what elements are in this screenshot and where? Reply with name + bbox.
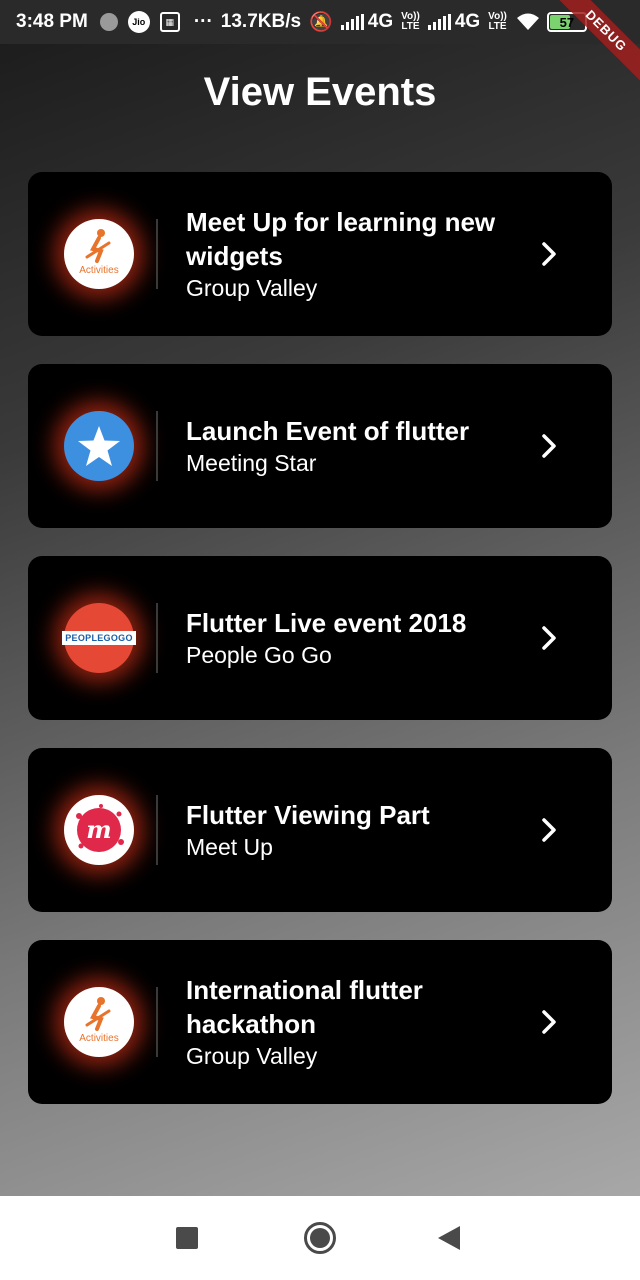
status-bar: 3:48 PM Jio ▦ ··· 13.7KB/s 🔕 4G Vo)) LTE …	[0, 0, 640, 44]
signal-icon-1	[340, 14, 364, 30]
volte-bottom-1: LTE	[401, 21, 420, 32]
chevron-right-icon[interactable]	[538, 432, 560, 460]
notification-dot-icon	[99, 13, 118, 31]
event-card[interactable]: Launch Event of flutter Meeting Star	[28, 364, 612, 528]
event-title: Launch Event of flutter	[186, 416, 470, 446]
volte-bottom-2: LTE	[488, 21, 507, 32]
card-divider	[156, 603, 158, 673]
event-list: Activities Meet Up for learning new widg…	[28, 172, 612, 1132]
card-divider	[156, 987, 158, 1057]
event-text: International flutter hackathon Group Va…	[186, 973, 532, 1071]
event-organizer: Group Valley	[186, 1043, 318, 1069]
chevron-right-icon[interactable]	[538, 240, 560, 268]
network-type-2: 4G	[454, 11, 481, 32]
event-card[interactable]: Activities Meet Up for learning new widg…	[28, 172, 612, 336]
event-organizer: People Go Go	[186, 642, 332, 668]
event-title: Flutter Viewing Part	[186, 800, 430, 830]
card-divider	[156, 411, 158, 481]
jio-icon: Jio	[127, 11, 150, 33]
event-card[interactable]: PEOPLEGOGO Flutter Live event 2018 Peopl…	[28, 556, 612, 720]
meetup-logo-icon: m	[64, 795, 134, 865]
recents-square-icon[interactable]	[176, 1227, 198, 1249]
back-triangle-icon[interactable]	[438, 1226, 460, 1250]
event-organizer: Meet Up	[186, 834, 273, 860]
chevron-right-icon[interactable]	[538, 624, 560, 652]
chevron-right-icon[interactable]	[538, 816, 560, 844]
battery-level: 57	[559, 14, 575, 30]
star-logo-icon	[64, 411, 134, 481]
wifi-icon	[516, 13, 539, 30]
network-speed: 13.7KB/s	[220, 11, 302, 32]
status-more-dots: ···	[193, 11, 213, 32]
event-title: Flutter Live event 2018	[186, 608, 467, 638]
event-text: Flutter Live event 2018 People Go Go	[186, 606, 532, 670]
peoplegogo-logo-icon: PEOPLEGOGO	[62, 603, 136, 673]
card-divider	[156, 795, 158, 865]
event-card[interactable]: m Flutter Viewing Part Meet Up	[28, 748, 612, 912]
activities-logo-icon: Activities	[64, 219, 134, 289]
status-time: 3:48 PM	[16, 11, 88, 32]
event-organizer: Meeting Star	[186, 450, 317, 476]
network-type-1: 4G	[367, 11, 394, 32]
meetup-logo-text: m	[86, 815, 111, 844]
event-title: International flutter hackathon	[186, 975, 423, 1039]
event-card[interactable]: Activities International flutter hackath…	[28, 940, 612, 1104]
activities-logo-text: Activities	[79, 265, 119, 276]
card-divider	[156, 219, 158, 289]
event-organizer: Group Valley	[186, 275, 318, 301]
peoplegogo-logo-text: PEOPLEGOGO	[62, 631, 136, 645]
signal-icon-2	[427, 14, 451, 30]
volte-badge-1: Vo)) LTE	[401, 12, 420, 32]
activities-logo-text: Activities	[79, 1033, 119, 1044]
page-title: View Events	[203, 70, 437, 114]
event-title: Meet Up for learning new widgets	[186, 207, 496, 271]
navigation-bar	[0, 1196, 640, 1280]
activities-logo-icon: Activities	[64, 987, 134, 1057]
home-circle-icon[interactable]	[304, 1222, 336, 1254]
event-text: Flutter Viewing Part Meet Up	[186, 798, 532, 862]
event-text: Meet Up for learning new widgets Group V…	[186, 205, 532, 303]
volte-badge-2: Vo)) LTE	[488, 12, 507, 32]
mute-alarm-icon: 🔕	[309, 12, 333, 33]
chevron-right-icon[interactable]	[538, 1008, 560, 1036]
calculator-icon: ▦	[159, 12, 180, 32]
event-text: Launch Event of flutter Meeting Star	[186, 414, 532, 478]
